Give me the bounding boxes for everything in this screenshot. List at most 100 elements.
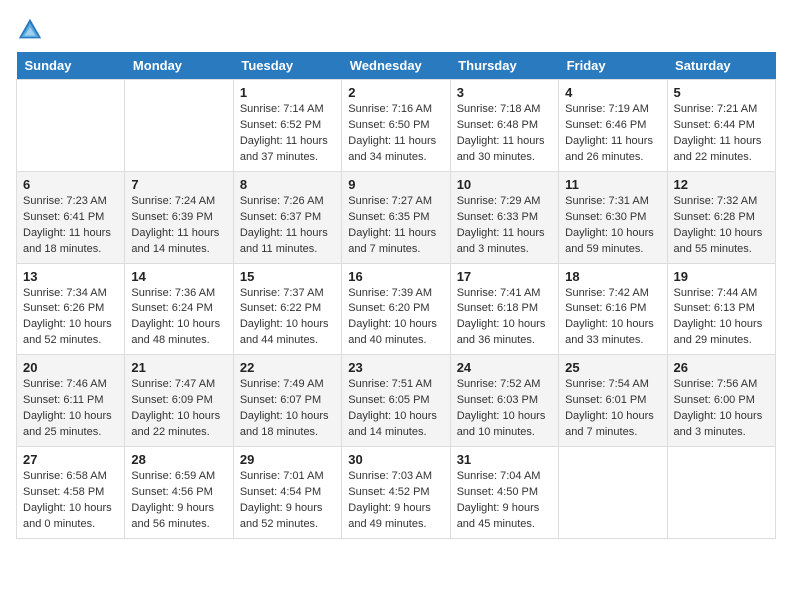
day-info: Sunrise: 7:29 AM Sunset: 6:33 PM Dayligh…: [457, 194, 552, 258]
calendar-week-row: 1 Sunrise: 7:14 AM Sunset: 6:52 PM Daylig…: [17, 80, 776, 172]
day-number: 6: [23, 177, 118, 192]
calendar-cell: 22Sunrise: 7:49 AM Sunset: 6:07 PM Dayli…: [233, 355, 341, 447]
day-info: Sunrise: 7:46 AM Sunset: 6:11 PM Dayligh…: [23, 377, 118, 441]
day-number: 25: [565, 360, 660, 375]
day-info: Sunrise: 7:52 AM Sunset: 6:03 PM Dayligh…: [457, 377, 552, 441]
calendar-cell: 7 Sunrise: 7:24 AM Sunset: 6:39 PM Daylig…: [125, 171, 233, 263]
calendar-header-row: SundayMondayTuesdayWednesdayThursdayFrid…: [17, 52, 776, 80]
day-info: Sunrise: 7:18 AM Sunset: 6:48 PM Dayligh…: [457, 102, 552, 166]
day-info: Sunrise: 7:27 AM Sunset: 6:35 PM Dayligh…: [348, 194, 443, 258]
calendar-cell: 23 Sunrise: 7:51 AM Sunset: 6:05 PM Dayli…: [342, 355, 450, 447]
calendar-cell: 25 Sunrise: 7:54 AM Sunset: 6:01 PM Dayli…: [559, 355, 667, 447]
header-cell-friday: Friday: [559, 52, 667, 80]
calendar-cell: 4 Sunrise: 7:19 AM Sunset: 6:46 PM Daylig…: [559, 80, 667, 172]
calendar-cell: 20 Sunrise: 7:46 AM Sunset: 6:11 PM Dayli…: [17, 355, 125, 447]
calendar-table: SundayMondayTuesdayWednesdayThursdayFrid…: [16, 52, 776, 539]
day-info: Sunrise: 7:32 AM Sunset: 6:28 PM Dayligh…: [674, 194, 769, 258]
calendar-cell: 15Sunrise: 7:37 AM Sunset: 6:22 PM Dayli…: [233, 263, 341, 355]
day-number: 14: [131, 269, 226, 284]
day-info: Sunrise: 6:59 AM Sunset: 4:56 PM Dayligh…: [131, 469, 226, 533]
day-info: Sunrise: 7:54 AM Sunset: 6:01 PM Dayligh…: [565, 377, 660, 441]
calendar-cell: 10 Sunrise: 7:29 AM Sunset: 6:33 PM Dayli…: [450, 171, 558, 263]
day-number: 3: [457, 85, 552, 100]
day-number: 12: [674, 177, 769, 192]
logo-icon: [16, 16, 44, 44]
calendar-week-row: 20 Sunrise: 7:46 AM Sunset: 6:11 PM Dayli…: [17, 355, 776, 447]
calendar-cell: 8 Sunrise: 7:26 AM Sunset: 6:37 PM Daylig…: [233, 171, 341, 263]
calendar-week-row: 6 Sunrise: 7:23 AM Sunset: 6:41 PM Daylig…: [17, 171, 776, 263]
day-info: Sunrise: 7:23 AM Sunset: 6:41 PM Dayligh…: [23, 194, 118, 258]
calendar-cell: 9 Sunrise: 7:27 AM Sunset: 6:35 PM Daylig…: [342, 171, 450, 263]
calendar-cell: 17 Sunrise: 7:41 AM Sunset: 6:18 PM Dayli…: [450, 263, 558, 355]
calendar-cell: 27 Sunrise: 6:58 AM Sunset: 4:58 PM Dayli…: [17, 447, 125, 539]
day-number: 13: [23, 269, 118, 284]
calendar-cell: 1 Sunrise: 7:14 AM Sunset: 6:52 PM Daylig…: [233, 80, 341, 172]
calendar-cell: 11 Sunrise: 7:31 AM Sunset: 6:30 PM Dayli…: [559, 171, 667, 263]
calendar-cell: [125, 80, 233, 172]
calendar-cell: 19 Sunrise: 7:44 AM Sunset: 6:13 PM Dayli…: [667, 263, 775, 355]
day-number: 11: [565, 177, 660, 192]
day-number: 9: [348, 177, 443, 192]
day-number: 22: [240, 360, 335, 375]
calendar-cell: 29 Sunrise: 7:01 AM Sunset: 4:54 PM Dayli…: [233, 447, 341, 539]
day-number: 10: [457, 177, 552, 192]
day-number: 17: [457, 269, 552, 284]
header-cell-saturday: Saturday: [667, 52, 775, 80]
day-info: Sunrise: 7:42 AM Sunset: 6:16 PM Dayligh…: [565, 286, 660, 350]
calendar-cell: 31 Sunrise: 7:04 AM Sunset: 4:50 PM Dayli…: [450, 447, 558, 539]
calendar-cell: 18 Sunrise: 7:42 AM Sunset: 6:16 PM Dayli…: [559, 263, 667, 355]
day-info: Sunrise: 7:04 AM Sunset: 4:50 PM Dayligh…: [457, 469, 552, 533]
header-cell-tuesday: Tuesday: [233, 52, 341, 80]
day-info: Sunrise: 7:03 AM Sunset: 4:52 PM Dayligh…: [348, 469, 443, 533]
day-info: Sunrise: 6:58 AM Sunset: 4:58 PM Dayligh…: [23, 469, 118, 533]
day-number: 8: [240, 177, 335, 192]
calendar-cell: 30 Sunrise: 7:03 AM Sunset: 4:52 PM Dayli…: [342, 447, 450, 539]
calendar-cell: 14 Sunrise: 7:36 AM Sunset: 6:24 PM Dayli…: [125, 263, 233, 355]
day-number: 19: [674, 269, 769, 284]
day-info: Sunrise: 7:26 AM Sunset: 6:37 PM Dayligh…: [240, 194, 335, 258]
calendar-cell: [667, 447, 775, 539]
calendar-cell: 2 Sunrise: 7:16 AM Sunset: 6:50 PM Daylig…: [342, 80, 450, 172]
day-info: Sunrise: 7:01 AM Sunset: 4:54 PM Dayligh…: [240, 469, 335, 533]
header-cell-sunday: Sunday: [17, 52, 125, 80]
day-number: 2: [348, 85, 443, 100]
calendar-cell: 3 Sunrise: 7:18 AM Sunset: 6:48 PM Daylig…: [450, 80, 558, 172]
day-number: 4: [565, 85, 660, 100]
day-number: 30: [348, 452, 443, 467]
day-info: Sunrise: 7:41 AM Sunset: 6:18 PM Dayligh…: [457, 286, 552, 350]
logo: [16, 16, 48, 44]
day-info: Sunrise: 7:47 AM Sunset: 6:09 PM Dayligh…: [131, 377, 226, 441]
day-info: Sunrise: 7:37 AM Sunset: 6:22 PM Dayligh…: [240, 286, 335, 350]
day-info: Sunrise: 7:51 AM Sunset: 6:05 PM Dayligh…: [348, 377, 443, 441]
day-info: Sunrise: 7:14 AM Sunset: 6:52 PM Dayligh…: [240, 102, 335, 166]
day-info: Sunrise: 7:44 AM Sunset: 6:13 PM Dayligh…: [674, 286, 769, 350]
calendar-cell: 28Sunrise: 6:59 AM Sunset: 4:56 PM Dayli…: [125, 447, 233, 539]
day-info: Sunrise: 7:19 AM Sunset: 6:46 PM Dayligh…: [565, 102, 660, 166]
calendar-week-row: 27 Sunrise: 6:58 AM Sunset: 4:58 PM Dayli…: [17, 447, 776, 539]
header-cell-thursday: Thursday: [450, 52, 558, 80]
header-cell-monday: Monday: [125, 52, 233, 80]
day-number: 27: [23, 452, 118, 467]
calendar-cell: 24 Sunrise: 7:52 AM Sunset: 6:03 PM Dayli…: [450, 355, 558, 447]
day-number: 24: [457, 360, 552, 375]
day-number: 1: [240, 85, 335, 100]
day-number: 7: [131, 177, 226, 192]
day-info: Sunrise: 7:21 AM Sunset: 6:44 PM Dayligh…: [674, 102, 769, 166]
calendar-cell: 5 Sunrise: 7:21 AM Sunset: 6:44 PM Daylig…: [667, 80, 775, 172]
day-number: 23: [348, 360, 443, 375]
day-number: 29: [240, 452, 335, 467]
day-number: 20: [23, 360, 118, 375]
calendar-cell: 12 Sunrise: 7:32 AM Sunset: 6:28 PM Dayli…: [667, 171, 775, 263]
day-number: 5: [674, 85, 769, 100]
day-number: 31: [457, 452, 552, 467]
day-info: Sunrise: 7:36 AM Sunset: 6:24 PM Dayligh…: [131, 286, 226, 350]
day-info: Sunrise: 7:39 AM Sunset: 6:20 PM Dayligh…: [348, 286, 443, 350]
calendar-cell: 21Sunrise: 7:47 AM Sunset: 6:09 PM Dayli…: [125, 355, 233, 447]
calendar-cell: 13Sunrise: 7:34 AM Sunset: 6:26 PM Dayli…: [17, 263, 125, 355]
day-info: Sunrise: 7:24 AM Sunset: 6:39 PM Dayligh…: [131, 194, 226, 258]
day-info: Sunrise: 7:16 AM Sunset: 6:50 PM Dayligh…: [348, 102, 443, 166]
page-header: [16, 16, 776, 44]
day-info: Sunrise: 7:31 AM Sunset: 6:30 PM Dayligh…: [565, 194, 660, 258]
calendar-cell: [559, 447, 667, 539]
day-number: 18: [565, 269, 660, 284]
